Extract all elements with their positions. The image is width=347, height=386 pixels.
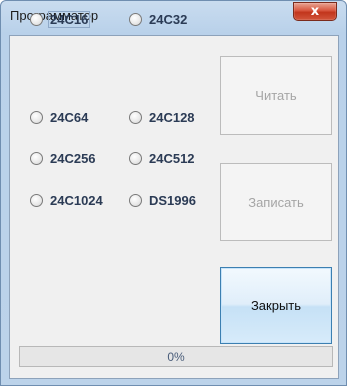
radio-24c512[interactable]: 24C512 bbox=[129, 148, 197, 168]
radio-circle[interactable] bbox=[30, 110, 43, 124]
radio-circle[interactable] bbox=[30, 193, 43, 207]
radio-label: DS1996 bbox=[149, 192, 196, 208]
radio-ds1996[interactable]: DS1996 bbox=[129, 190, 198, 210]
window-close-button[interactable]: x bbox=[293, 2, 337, 21]
close-button[interactable]: Закрыть bbox=[220, 267, 332, 344]
radio-label: 24C256 bbox=[50, 150, 96, 166]
radio-24c1024[interactable]: 24C1024 bbox=[30, 190, 105, 210]
radio-circle[interactable] bbox=[129, 151, 142, 165]
radio-label: 24C128 bbox=[149, 109, 195, 125]
radio-24c256[interactable]: 24C256 bbox=[30, 148, 98, 168]
close-icon: x bbox=[310, 4, 320, 19]
write-button[interactable]: Записать bbox=[220, 163, 332, 241]
radio-label: 24C1024 bbox=[50, 192, 103, 208]
radio-label: 24C16 bbox=[48, 10, 91, 28]
progress-text: 0% bbox=[167, 349, 185, 364]
radio-circle[interactable] bbox=[129, 12, 142, 26]
radio-24c128[interactable]: 24C128 bbox=[129, 107, 197, 127]
radio-label: 24C32 bbox=[149, 11, 188, 27]
radio-label: 24C64 bbox=[50, 109, 89, 125]
radio-24c64[interactable]: 24C64 bbox=[30, 107, 90, 127]
radio-circle[interactable] bbox=[129, 110, 142, 124]
progress-bar: 0% bbox=[19, 346, 333, 367]
read-button[interactable]: Читать bbox=[220, 56, 332, 135]
radio-circle[interactable] bbox=[30, 12, 43, 26]
radio-circle[interactable] bbox=[30, 151, 43, 165]
radio-label: 24C512 bbox=[149, 150, 195, 166]
radio-24c16[interactable]: 24C16 bbox=[30, 9, 91, 29]
programmer-window: Программатор x 24C16 24C32 24C64 24C128 … bbox=[0, 0, 347, 386]
radio-circle[interactable] bbox=[129, 193, 142, 207]
radio-24c32[interactable]: 24C32 bbox=[129, 9, 189, 29]
